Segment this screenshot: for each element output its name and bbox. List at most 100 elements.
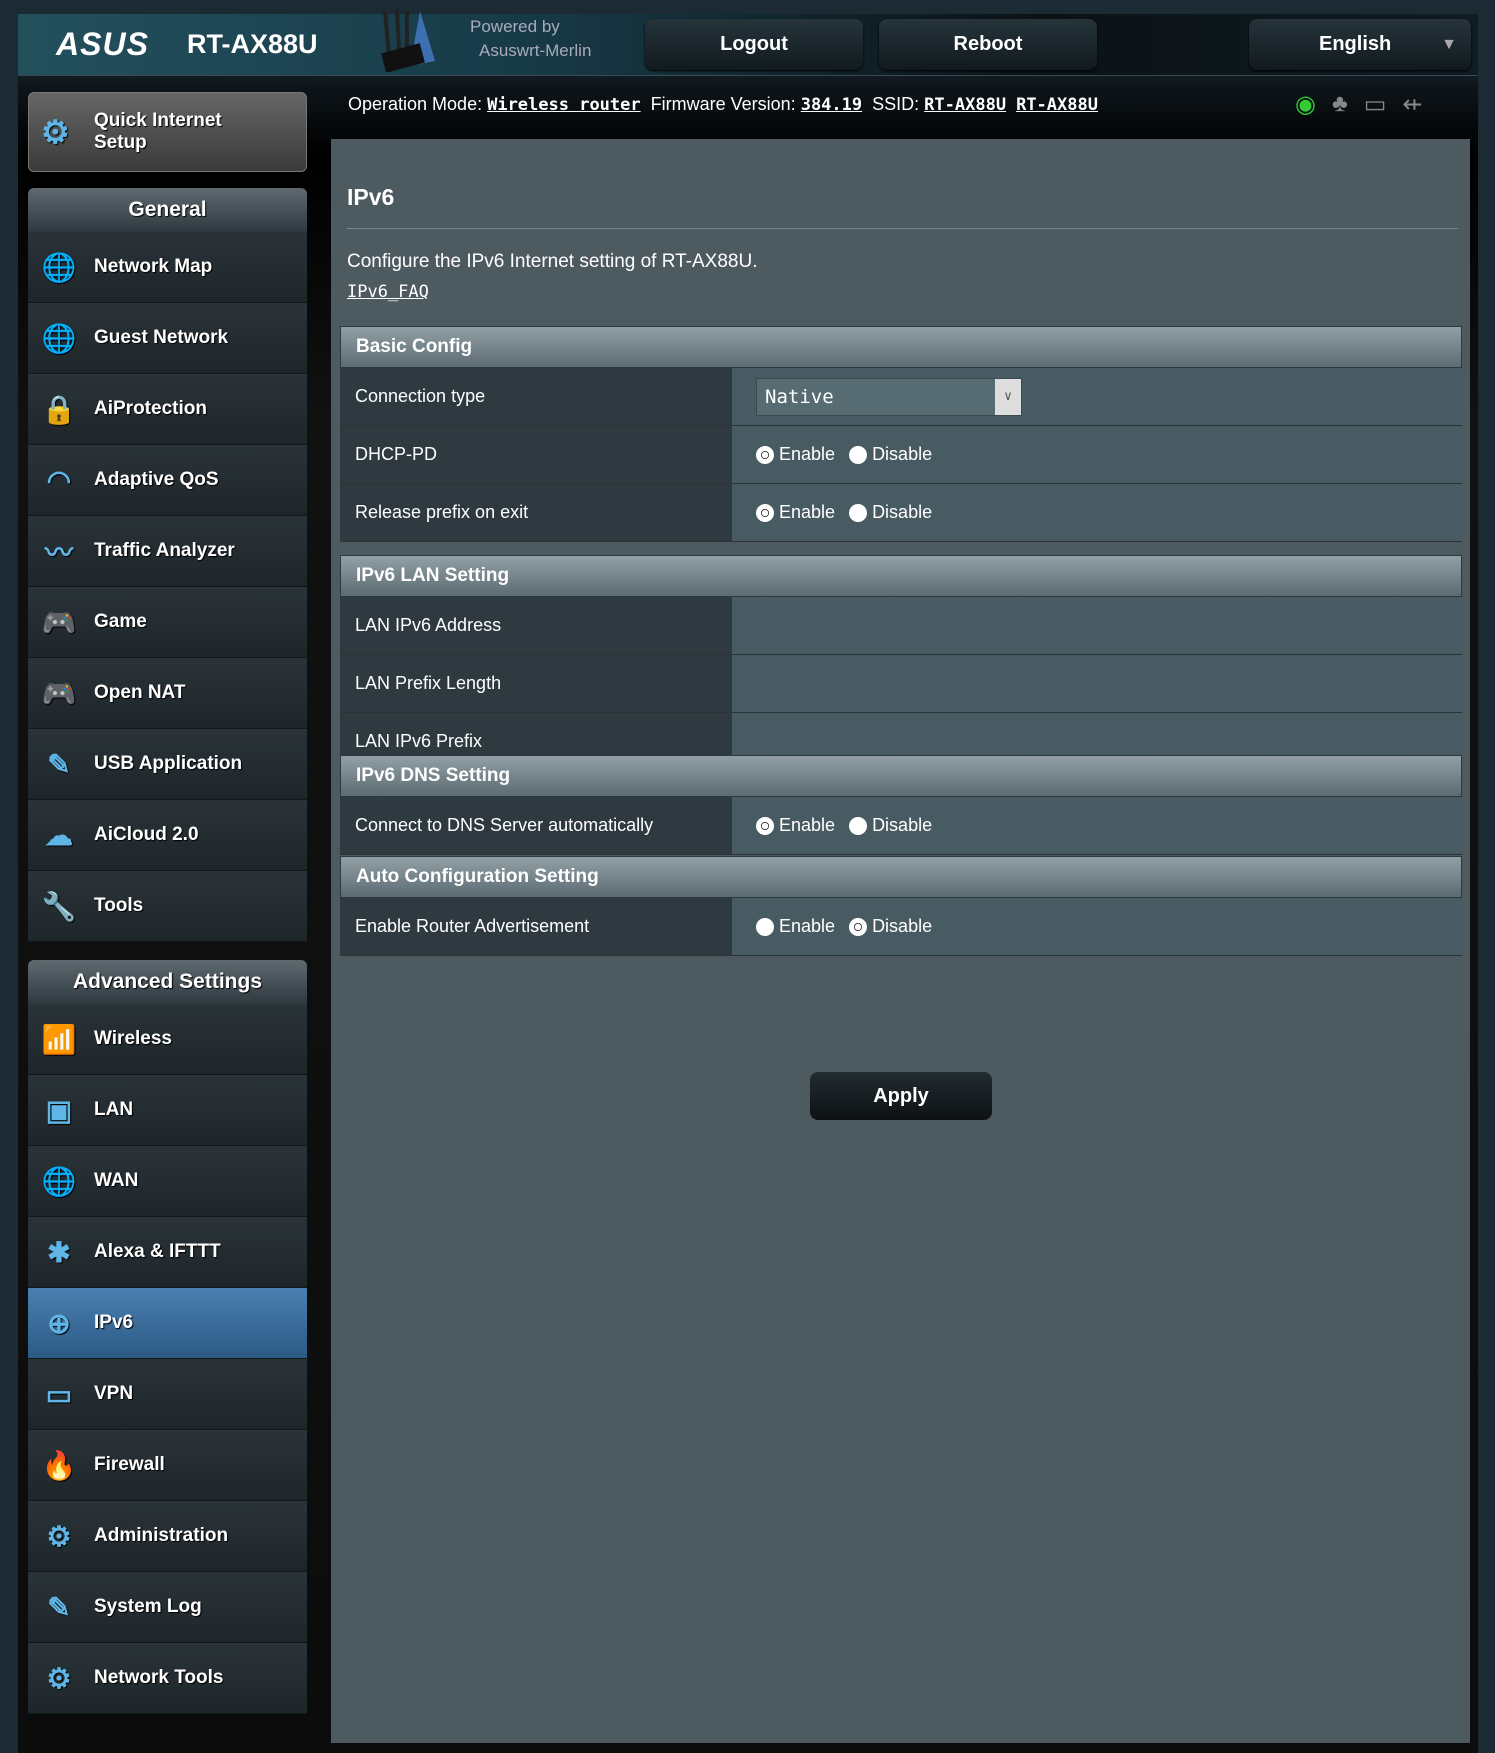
sidebar-item-adaptive-qos[interactable]: ◠ Adaptive QoS: [28, 445, 307, 516]
ssid-label: SSID:: [872, 94, 920, 114]
sidebar-item-firewall[interactable]: 🔥 Firewall: [28, 1430, 307, 1501]
main-panel: IPv6 Configure the IPv6 Internet setting…: [331, 139, 1470, 1743]
radio-label: Enable: [779, 502, 836, 522]
sidebar-item-game[interactable]: 🎮 Game: [28, 587, 307, 658]
radio-label: Enable: [779, 815, 836, 835]
radio-label: Enable: [779, 916, 836, 936]
op-mode-link[interactable]: Wireless router: [487, 95, 641, 115]
sidebar-item-label: Network Tools: [94, 1667, 224, 1688]
apply-button[interactable]: Apply: [810, 1072, 992, 1120]
radio-label: Enable: [779, 444, 836, 464]
language-select[interactable]: English ▼: [1249, 19, 1471, 70]
radio-button[interactable]: [849, 503, 868, 522]
chevron-down-icon: ∨: [995, 378, 1021, 415]
advanced-menu: Advanced Settings 📶 Wireless ▣ LAN 🌐 WAN ✱ Alex…: [28, 960, 307, 1714]
wizard-icon: ⚙: [41, 114, 70, 150]
aicloud-2-0-icon: ☁: [45, 819, 73, 851]
router-icon: [381, 8, 435, 72]
sidebar-item-ipv6[interactable]: ⊕ IPv6: [28, 1288, 307, 1359]
radio-disable[interactable]: Disable: [849, 502, 932, 523]
open-nat-icon: 🎮: [41, 677, 77, 709]
ipv6-faq-link[interactable]: IPv6_FAQ: [347, 282, 429, 302]
row-label: Connect to DNS Server automatically: [340, 797, 732, 854]
radio-enable[interactable]: Enable: [756, 815, 835, 836]
sidebar-item-lan[interactable]: ▣ LAN: [28, 1075, 307, 1146]
sidebar-item-wireless[interactable]: 📶 Wireless: [28, 1004, 307, 1075]
radio-enable[interactable]: Enable: [756, 916, 835, 937]
status-icons: ◉ ♣ ▭ ⇷: [1295, 90, 1423, 119]
row-value: Enable Disable: [732, 484, 1462, 541]
system-log-icon: ✎: [47, 1591, 71, 1623]
sidebar-item-label: Tools: [94, 895, 144, 916]
radio-button[interactable]: [756, 917, 774, 936]
sidebar-item-label: WAN: [94, 1170, 139, 1191]
ssid-link-2[interactable]: RT-AX88U: [1016, 95, 1098, 115]
sidebar-item-vpn[interactable]: ▭ VPN: [28, 1359, 307, 1430]
radio-disable[interactable]: Disable: [849, 916, 932, 937]
row-label: Connection type: [340, 368, 732, 425]
model-name: RT-AX88U: [187, 29, 318, 59]
sidebar-item-wan[interactable]: 🌐 WAN: [28, 1146, 307, 1217]
network-tools-icon: ⚙: [46, 1662, 72, 1694]
sidebar-item-aicloud-2-0[interactable]: ☁ AiCloud 2.0: [28, 800, 307, 871]
row-label: LAN Prefix Length: [340, 655, 732, 712]
reboot-button[interactable]: Reboot: [879, 19, 1097, 70]
sidebar-item-label: LAN: [94, 1099, 134, 1120]
firmware-label: Firmware Version:: [650, 94, 796, 114]
general-menu: General 🌐 Network Map 🌐 Guest Network 🔒 AiPro…: [28, 188, 307, 942]
sidebar-item-network-map[interactable]: 🌐 Network Map: [28, 232, 307, 303]
network-map-icon: 🌐: [41, 251, 77, 283]
sidebar-item-guest-network[interactable]: 🌐 Guest Network: [28, 303, 307, 374]
row-enable-router-advertisement: Enable Router Advertisement Enable Disable: [340, 898, 1462, 956]
quick-setup-label: Quick Internet Setup: [94, 110, 222, 153]
wan-icon: 🌐: [41, 1165, 77, 1197]
sidebar-item-open-nat[interactable]: 🎮 Open NAT: [28, 658, 307, 729]
row-dhcp-pd: DHCP-PD Enable Disable: [340, 426, 1462, 484]
section-header: Auto Configuration Setting: [340, 856, 1462, 898]
radio-button[interactable]: [756, 816, 774, 835]
sidebar-item-system-log[interactable]: ✎ System Log: [28, 1572, 307, 1643]
row-value: Native ∨: [732, 368, 1462, 425]
row-value: [732, 597, 1462, 654]
ssid-link-1[interactable]: RT-AX88U: [924, 95, 1006, 115]
alexa-ifttt-icon: ✱: [47, 1236, 71, 1268]
sidebar-item-network-tools[interactable]: ⚙ Network Tools: [28, 1643, 307, 1714]
sidebar-item-label: Game: [94, 611, 147, 632]
radio-button[interactable]: [756, 445, 774, 464]
vpn-icon: ▭: [45, 1378, 73, 1410]
radio-disable[interactable]: Disable: [849, 444, 932, 465]
wireless-icon: 📶: [41, 1023, 77, 1055]
sidebar-item-tools[interactable]: 🔧 Tools: [28, 871, 307, 942]
devices-icon[interactable]: ▭: [1364, 90, 1387, 119]
usb-application-icon: ✎: [47, 748, 71, 780]
connection-type-select[interactable]: Native ∨: [756, 377, 1022, 416]
logout-button[interactable]: Logout: [645, 19, 863, 70]
radio-button[interactable]: [849, 816, 868, 835]
row-label: Enable Router Advertisement: [340, 898, 732, 955]
section-header: IPv6 LAN Setting: [340, 555, 1462, 597]
ipv6-icon: ⊕: [47, 1307, 71, 1339]
sidebar-item-alexa-ifttt[interactable]: ✱ Alexa & IFTTT: [28, 1217, 307, 1288]
wifi-icon[interactable]: ◉: [1295, 90, 1316, 119]
firmware-link[interactable]: 384.19: [801, 95, 862, 115]
powered-by: Powered by Asuswrt-Merlin: [470, 15, 591, 63]
sidebar-item-aiprotection[interactable]: 🔒 AiProtection: [28, 374, 307, 445]
powered-by-label: Powered by: [470, 17, 560, 36]
radio-disable[interactable]: Disable: [849, 815, 932, 836]
sidebar-item-usb-application[interactable]: ✎ USB Application: [28, 729, 307, 800]
usb-icon[interactable]: ⇷: [1402, 90, 1422, 119]
section-basic-config: Basic Config Connection type Native ∨ DHCP-P…: [340, 326, 1462, 542]
radio-button[interactable]: [756, 503, 774, 522]
sidebar-item-traffic-analyzer[interactable]: 〰 Traffic Analyzer: [28, 516, 307, 587]
sidebar-item-administration[interactable]: ⚙ Administration: [28, 1501, 307, 1572]
radio-enable[interactable]: Enable: [756, 502, 835, 523]
firewall-icon: 🔥: [41, 1449, 77, 1481]
sidebar-item-label: AiCloud 2.0: [94, 824, 199, 845]
clients-icon[interactable]: ♣: [1332, 90, 1348, 119]
divider: [347, 228, 1458, 229]
quick-internet-setup-button[interactable]: ⚙ Quick Internet Setup: [28, 92, 307, 172]
radio-enable[interactable]: Enable: [756, 444, 835, 465]
radio-button[interactable]: [849, 445, 868, 464]
radio-button[interactable]: [849, 917, 868, 936]
row-lan-ipv6-address: LAN IPv6 Address: [340, 597, 1462, 655]
